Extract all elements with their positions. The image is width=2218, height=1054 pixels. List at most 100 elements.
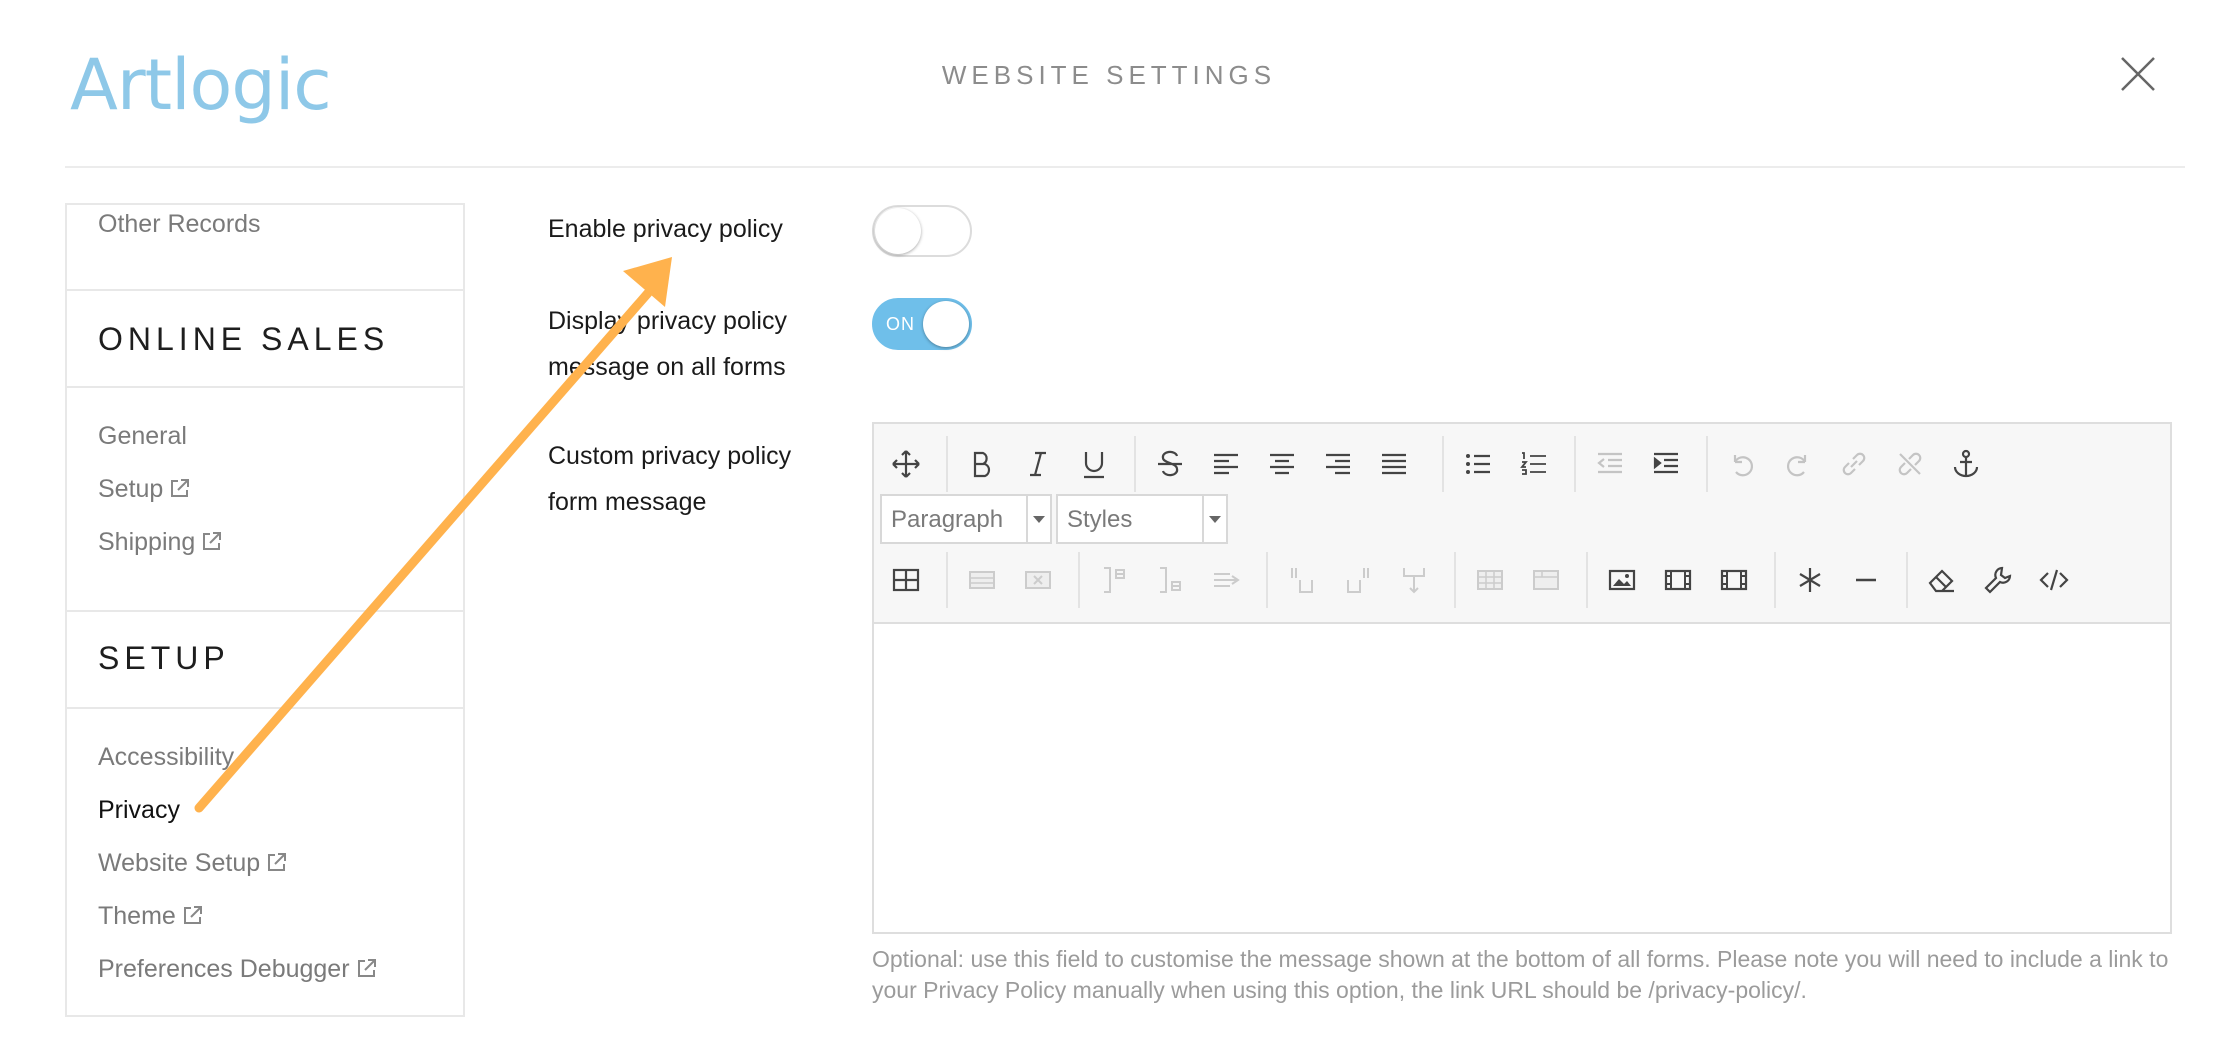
- toggle-knob: [875, 208, 921, 254]
- delete-row-icon[interactable]: [1206, 560, 1246, 600]
- toolbar-separator: [1078, 552, 1080, 608]
- editor-content-area[interactable]: [874, 624, 2170, 932]
- external-link-icon: [203, 532, 222, 550]
- chevron-down-icon: [1202, 496, 1226, 542]
- sidebar-item-website-setup[interactable]: Website Setup: [98, 849, 288, 878]
- sidebar-block-records: Other Records: [67, 205, 463, 291]
- video-icon[interactable]: [1658, 560, 1698, 600]
- sidebar-heading-block-setup: SETUP: [67, 612, 463, 709]
- sidebar-item-label: Preferences Debugger: [98, 955, 350, 983]
- display-message-toggle[interactable]: ON: [872, 298, 972, 350]
- sidebar-item-privacy[interactable]: Privacy: [98, 796, 180, 825]
- toolbar-separator: [1586, 552, 1588, 608]
- redo-icon[interactable]: [1778, 444, 1818, 484]
- move-icon[interactable]: [886, 444, 926, 484]
- bold-icon[interactable]: [962, 444, 1002, 484]
- sidebar-heading-setup: SETUP: [98, 640, 230, 676]
- align-left-icon[interactable]: [1206, 444, 1246, 484]
- outdent-icon[interactable]: [1590, 444, 1630, 484]
- indent-icon[interactable]: [1646, 444, 1686, 484]
- sidebar-item-shipping[interactable]: Shipping: [98, 528, 223, 557]
- toolbar-separator: [946, 552, 948, 608]
- chevron-down-icon: [1026, 496, 1050, 542]
- anchor-icon[interactable]: [1946, 444, 1986, 484]
- special-character-icon[interactable]: [1790, 560, 1830, 600]
- link-icon[interactable]: [1834, 444, 1874, 484]
- toolbar-separator: [1454, 552, 1456, 608]
- sidebar-heading-online-sales: ONLINE SALES: [98, 321, 390, 357]
- delete-table-icon[interactable]: [1018, 560, 1058, 600]
- align-right-icon[interactable]: [1318, 444, 1358, 484]
- custom-message-label: Custom privacy policy form message: [548, 442, 792, 516]
- insert-row-before-icon[interactable]: [1094, 560, 1134, 600]
- sidebar-item-label: General: [98, 422, 187, 450]
- merge-cells-icon[interactable]: [1526, 560, 1566, 600]
- toolbar-separator: [1266, 552, 1268, 608]
- toolbar-separator: [1442, 436, 1444, 492]
- settings-sidebar: Other Records ONLINE SALES General Setup…: [65, 203, 465, 1017]
- split-cells-icon[interactable]: [1470, 560, 1510, 600]
- sidebar-item-label: Privacy: [98, 796, 180, 824]
- toolbar-separator: [1134, 436, 1136, 492]
- sidebar-item-sales-setup[interactable]: Setup: [98, 475, 191, 504]
- styles-select[interactable]: Styles: [1056, 494, 1228, 544]
- custom-message-editor: Paragraph Styles: [872, 422, 2172, 934]
- close-icon[interactable]: [2118, 54, 2158, 94]
- header-divider: [65, 166, 2185, 168]
- sidebar-item-preferences-debugger[interactable]: Preferences Debugger: [98, 955, 378, 984]
- align-center-icon[interactable]: [1262, 444, 1302, 484]
- delete-column-icon[interactable]: [1394, 560, 1434, 600]
- horizontal-rule-icon[interactable]: [1846, 560, 1886, 600]
- toolbar-separator: [1906, 552, 1908, 608]
- insert-row-after-icon[interactable]: [1150, 560, 1190, 600]
- underline-icon[interactable]: [1074, 444, 1114, 484]
- media-icon[interactable]: [1714, 560, 1754, 600]
- page-title: WEBSITE SETTINGS: [941, 60, 1277, 90]
- sidebar-item-label: Shipping: [98, 528, 196, 556]
- insert-column-before-icon[interactable]: [1282, 560, 1322, 600]
- format-select-value: Paragraph: [891, 506, 1004, 533]
- display-message-label: Display privacy policy message on all fo…: [548, 307, 787, 381]
- external-link-icon: [357, 959, 376, 977]
- sidebar-item-label: Theme: [98, 902, 176, 930]
- sidebar-item-other-records[interactable]: Other Records: [98, 210, 261, 239]
- sidebar-item-accessibility[interactable]: Accessibility: [98, 743, 234, 772]
- sidebar-item-label: Setup: [98, 475, 164, 503]
- toggle-knob: [923, 301, 969, 347]
- toolbar-separator: [1706, 436, 1708, 492]
- help-text: Optional: use this field to customise th…: [872, 946, 2169, 1003]
- insert-column-after-icon[interactable]: [1338, 560, 1378, 600]
- image-icon[interactable]: [1602, 560, 1642, 600]
- sidebar-block-setup: Accessibility Privacy Website Setup Them…: [67, 709, 463, 1015]
- external-link-icon: [183, 906, 202, 924]
- numbered-list-icon[interactable]: [1514, 444, 1554, 484]
- external-link-icon: [171, 479, 190, 497]
- sidebar-item-general[interactable]: General: [98, 422, 187, 451]
- table-properties-icon[interactable]: [962, 560, 1002, 600]
- enable-privacy-toggle[interactable]: [872, 205, 972, 257]
- external-link-icon: [268, 853, 287, 871]
- wrench-icon[interactable]: [1978, 560, 2018, 600]
- styles-select-value: Styles: [1067, 506, 1133, 533]
- italic-icon[interactable]: [1018, 444, 1058, 484]
- align-justify-icon[interactable]: [1374, 444, 1414, 484]
- toolbar-separator: [1574, 436, 1576, 492]
- editor-toolbar: Paragraph Styles: [874, 424, 2170, 624]
- undo-icon[interactable]: [1722, 444, 1762, 484]
- toggle-state-text: ON: [886, 314, 915, 334]
- strikethrough-icon[interactable]: [1150, 444, 1190, 484]
- eraser-icon[interactable]: [1922, 560, 1962, 600]
- toolbar-separator: [1774, 552, 1776, 608]
- enable-privacy-label: Enable privacy policy: [548, 215, 783, 243]
- format-select[interactable]: Paragraph: [880, 494, 1052, 544]
- toolbar-separator: [946, 436, 948, 492]
- table-icon[interactable]: [886, 560, 926, 600]
- code-icon[interactable]: [2034, 560, 2074, 600]
- sidebar-item-label: Website Setup: [98, 849, 261, 877]
- sidebar-block-online-sales: General Setup Shipping: [67, 388, 463, 612]
- sidebar-heading-block-online-sales: ONLINE SALES: [67, 291, 463, 388]
- bullet-list-icon[interactable]: [1458, 444, 1498, 484]
- sidebar-item-theme[interactable]: Theme: [98, 902, 204, 931]
- sidebar-item-label: Accessibility: [98, 743, 235, 771]
- unlink-icon[interactable]: [1890, 444, 1930, 484]
